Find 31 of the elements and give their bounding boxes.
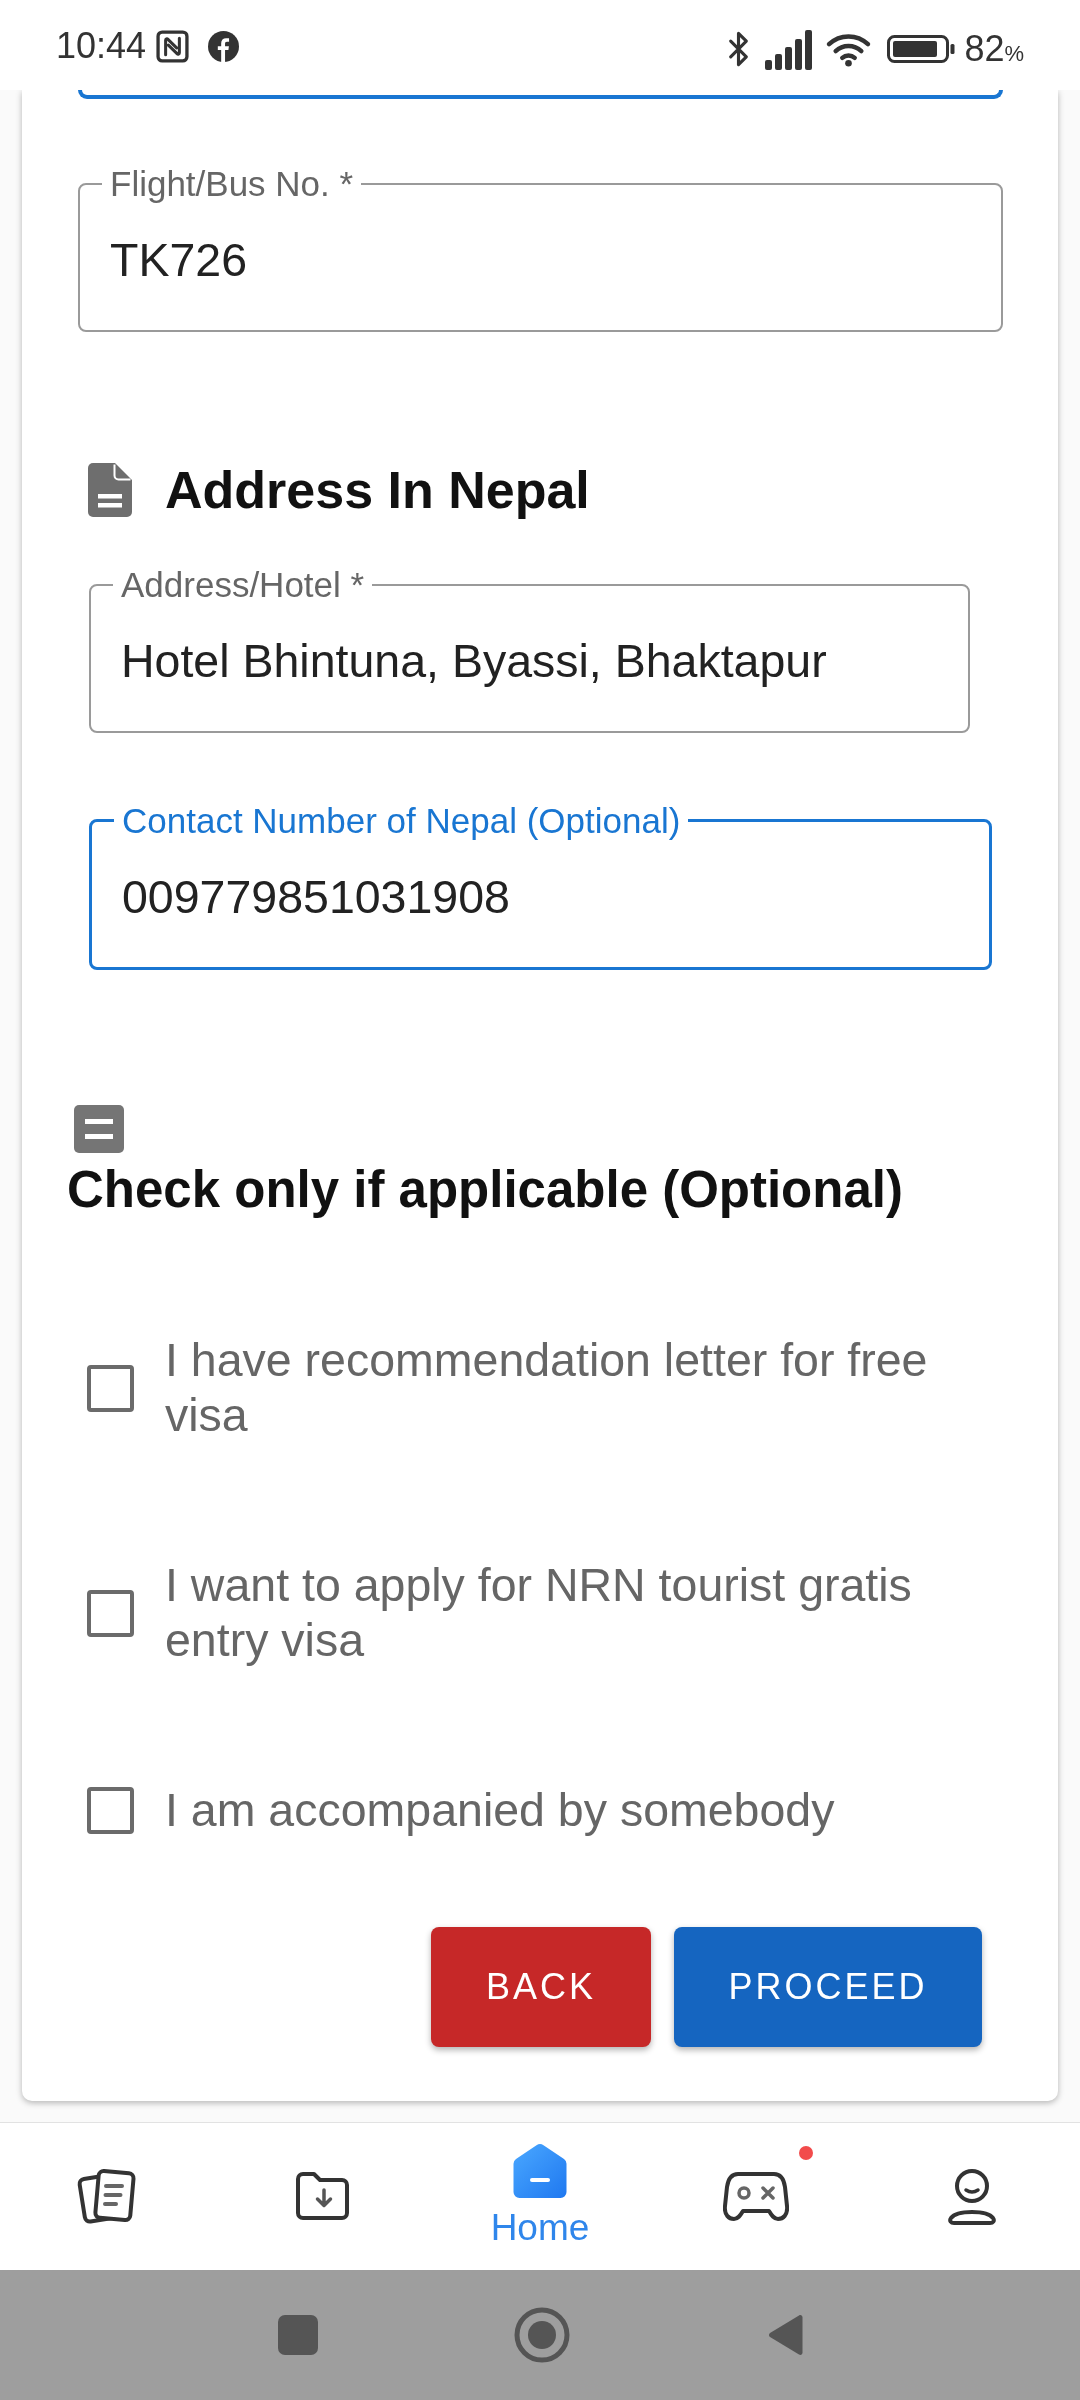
input-text[interactable]: Hotel Bhintuna, Byassi, Bhaktapur [113,602,948,719]
floating-label: Flight/Bus No. * [109,166,355,201]
battery-percent: 82 [964,31,1005,67]
wifi-icon [825,31,873,67]
list-icon [74,1105,124,1153]
checkbox[interactable] [87,1589,134,1637]
signal-icon [765,28,814,70]
gamepad-icon [723,2171,789,2222]
home-icon [512,2143,568,2200]
floating-label: Address/Hotel * [120,567,366,602]
person-icon [947,2168,997,2225]
option-text: I have recommendation letter for free visa [165,1333,929,1443]
section-title: Address In Nepal [165,460,590,520]
f-logo-icon [208,30,240,62]
document-icon [88,463,132,517]
nav-tab[interactable]: Home [432,2123,648,2270]
checkbox[interactable] [87,1787,134,1834]
percent-sign: % [1004,43,1024,65]
section-title: Check only if applicable (Optional) [67,1160,904,1220]
checkbox[interactable] [87,1364,134,1412]
option-text: I want to apply for NRN tourist gratis entry visa [165,1558,913,1668]
option-text: I am accompanied by somebody [165,1783,835,1838]
back-button[interactable]: BACK [431,1927,651,2047]
proceed-button[interactable]: PROCEED [674,1927,982,2047]
nfc-icon [156,29,190,63]
status-time: 10:44 [56,28,147,64]
floating-label: Contact Number of Nepal (Optional) [121,803,682,838]
battery-icon [887,35,956,63]
input-field[interactable] [78,90,1003,99]
square-icon[interactable] [277,2315,318,2355]
ring-icon[interactable] [513,2307,570,2363]
